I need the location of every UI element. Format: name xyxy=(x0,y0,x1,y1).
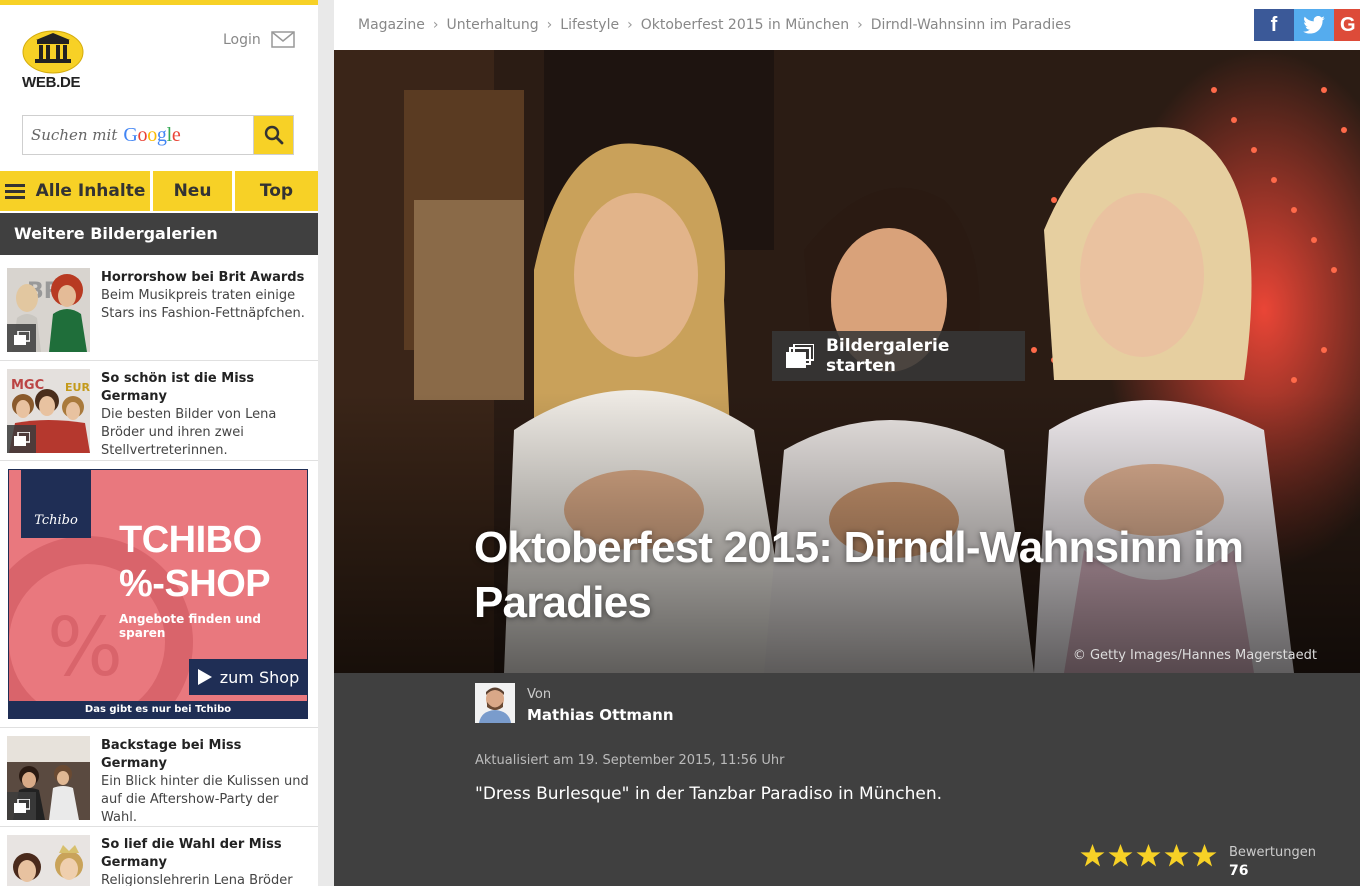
author-by-label: Von xyxy=(527,687,552,702)
star-icon[interactable] xyxy=(1164,843,1189,868)
webde-logo[interactable]: WEB.DE xyxy=(22,28,84,92)
start-gallery-button[interactable]: Bildergalerie starten xyxy=(772,331,1025,381)
breadcrumb-separator: › xyxy=(432,17,439,33)
search-input[interactable]: Suchen mit Google xyxy=(23,116,253,154)
logo-text: WEB.DE xyxy=(22,74,81,91)
rating-stars[interactable] xyxy=(1080,843,1217,868)
login-link[interactable]: Login xyxy=(223,31,295,48)
gallery-item[interactable]: MGC EURO So schön ist die Miss Germany D… xyxy=(0,361,318,461)
gallery-icon xyxy=(7,324,36,352)
rating-count: 76 xyxy=(1229,863,1249,879)
star-icon[interactable] xyxy=(1136,843,1161,868)
nav-new[interactable]: Neu xyxy=(153,171,232,211)
nav-new-label: Neu xyxy=(173,181,212,201)
login-label: Login xyxy=(223,31,261,48)
ad-brand: Tchibo xyxy=(34,513,78,528)
hamburger-icon xyxy=(4,183,25,199)
author-photo xyxy=(475,683,515,723)
ad-headline-2: %-SHOP xyxy=(119,563,271,605)
rating-label: Bewertungen xyxy=(1229,845,1316,860)
gallery-thumbnail[interactable]: MGC EURO xyxy=(7,369,90,453)
gallery-title[interactable]: Backstage bei Miss Germany xyxy=(101,737,310,773)
gallery-icon xyxy=(7,792,36,820)
play-icon xyxy=(197,669,212,685)
breadcrumb-item-entertainment[interactable]: Unterhaltung xyxy=(446,17,538,33)
breadcrumb-item-magazine[interactable]: Magazine xyxy=(358,17,425,33)
ad-subline: Angebote finden und sparen xyxy=(119,612,262,640)
article-meta-panel: Von Mathias Ottmann Aktualisiert am 19. … xyxy=(334,673,1360,886)
breadcrumb-current: Dirndl-Wahnsinn im Paradies xyxy=(870,17,1072,33)
breadcrumb-separator: › xyxy=(627,17,633,33)
tchibo-ad[interactable]: % Tchibo TCHIBO %-SHOP Angebote finden u… xyxy=(8,469,308,719)
breadcrumb-separator: › xyxy=(546,17,553,33)
breadcrumb-item-oktoberfest[interactable]: Oktoberfest 2015 in München xyxy=(641,17,849,33)
nav-all-content[interactable]: Alle Inhalte xyxy=(0,171,150,211)
search-icon xyxy=(264,125,283,145)
main-nav: Alle Inhalte Neu Top xyxy=(0,171,318,211)
star-icon[interactable] xyxy=(1080,843,1105,868)
gallery-title[interactable]: Horrorshow bei Brit Awards xyxy=(101,269,310,287)
gallery-item[interactable]: So lief die Wahl der Miss Germany Religi… xyxy=(0,827,318,886)
gallery-icon xyxy=(786,344,814,368)
gallery-text: Religionslehrerin Lena Bröder xyxy=(101,873,293,886)
search-button[interactable] xyxy=(253,116,293,154)
tchibo-logo: Tchibo xyxy=(21,470,91,538)
breadcrumb-separator: › xyxy=(857,17,863,33)
sidebar: WEB.DE Login Suchen mit Google Alle Inha… xyxy=(0,0,318,886)
gallery-thumbnail[interactable]: BR xyxy=(7,268,90,352)
search-box: Suchen mit Google xyxy=(22,115,294,155)
google-icon: G xyxy=(1340,13,1356,36)
gallery-title[interactable]: So schön ist die Miss Germany xyxy=(101,370,310,406)
svg-text:%: % xyxy=(47,601,123,694)
gallery-text: Die besten Bilder von Lena Bröder und ih… xyxy=(101,407,277,458)
ad-cta-button[interactable]: zum Shop xyxy=(189,659,307,695)
twitter-share-button[interactable] xyxy=(1294,9,1334,41)
gallery-thumbnail[interactable] xyxy=(7,835,90,886)
facebook-share-button[interactable]: f xyxy=(1254,9,1294,41)
hero-image[interactable]: Bildergalerie starten Oktoberfest 2015: … xyxy=(334,50,1360,673)
gallery-item[interactable]: Backstage bei Miss Germany Ein Blick hin… xyxy=(0,727,318,827)
svg-text:EURO: EURO xyxy=(65,381,90,394)
star-icon[interactable] xyxy=(1108,843,1133,868)
brand-top-bar xyxy=(0,0,318,5)
gallery-thumbnail[interactable] xyxy=(7,736,90,820)
search-placeholder: Suchen mit xyxy=(31,126,118,144)
author-avatar[interactable] xyxy=(475,683,515,723)
svg-text:MGC: MGC xyxy=(11,378,44,393)
ad-headline-1: TCHIBO xyxy=(119,519,262,561)
gallery-title[interactable]: So lief die Wahl der Miss Germany xyxy=(101,836,310,872)
mail-icon xyxy=(271,31,295,48)
main-content: Magazine › Unterhaltung › Lifestyle › Oktoberf… xyxy=(334,0,1360,886)
gallery-image xyxy=(7,835,90,886)
article-title: Oktoberfest 2015: Dirndl-Wahnsinn im Par… xyxy=(474,523,1244,627)
social-share-bar: f G xyxy=(1254,9,1360,41)
section-title: Weitere Bildergalerien xyxy=(0,213,318,255)
article-teaser: "Dress Burlesque" in der Tanzbar Paradis… xyxy=(475,784,943,804)
nav-top[interactable]: Top xyxy=(235,171,318,211)
facebook-icon: f xyxy=(1270,13,1278,36)
image-credit: © Getty Images/Hannes Magerstaedt xyxy=(1072,648,1317,663)
twitter-icon xyxy=(1303,16,1325,34)
author-name[interactable]: Mathias Ottmann xyxy=(527,706,674,724)
gallery-icon xyxy=(7,425,36,453)
nav-top-label: Top xyxy=(259,181,294,201)
ad-cta-label: zum Shop xyxy=(219,667,300,687)
nav-all-label: Alle Inhalte xyxy=(35,181,146,201)
gallery-text: Beim Musikpreis traten einige Stars ins … xyxy=(101,288,305,321)
start-gallery-label: Bildergalerie starten xyxy=(825,336,950,376)
updated-timestamp: Aktualisiert am 19. September 2015, 11:5… xyxy=(475,753,785,768)
breadcrumb-item-lifestyle[interactable]: Lifestyle xyxy=(560,17,619,33)
gallery-text: Ein Blick hinter die Kulissen und auf di… xyxy=(101,774,309,825)
gallery-item[interactable]: BR Horrorshow bei Brit Awards Beim Musik… xyxy=(0,260,318,361)
google-logo: Google xyxy=(123,123,181,146)
webde-logo-icon xyxy=(22,30,84,74)
ad-footer: Das gibt es nur bei Tchibo xyxy=(9,701,307,718)
google-share-button[interactable]: G xyxy=(1334,9,1360,41)
star-icon[interactable] xyxy=(1192,843,1217,868)
breadcrumb: Magazine › Unterhaltung › Lifestyle › Oktoberf… xyxy=(358,17,1071,33)
